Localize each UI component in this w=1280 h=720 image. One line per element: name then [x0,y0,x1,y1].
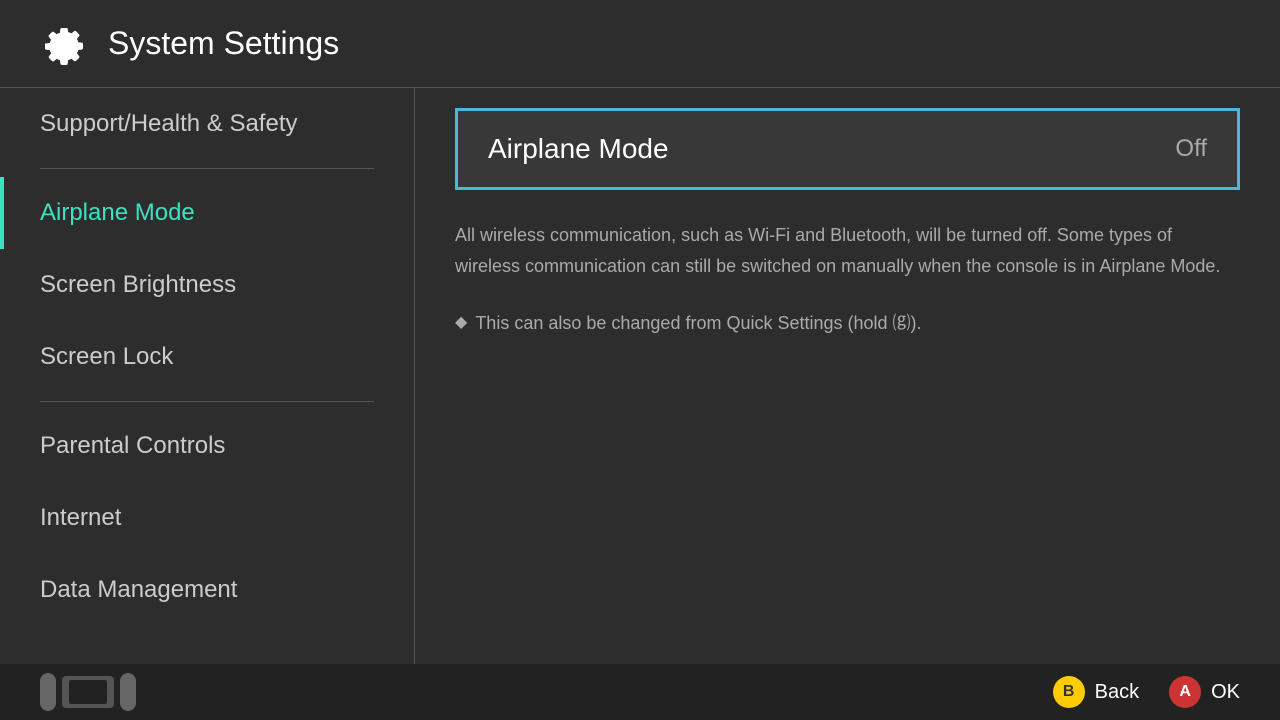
sidebar-item-screenlock[interactable]: Screen Lock [0,321,414,393]
diamond-icon: ◆ [455,312,467,332]
right-joycon [120,673,136,711]
sidebar: Support/Health & Safety Airplane Mode Sc… [0,88,415,664]
sidebar-item-support[interactable]: Support/Health & Safety [0,88,414,160]
sidebar-item-datamanagement[interactable]: Data Management [0,554,414,626]
a-button-icon: A [1169,676,1201,708]
gear-icon [40,20,88,68]
sidebar-item-brightness[interactable]: Screen Brightness [0,249,414,321]
page-title: System Settings [108,25,339,62]
sidebar-item-internet[interactable]: Internet [0,482,414,554]
sidebar-divider-2 [40,401,374,402]
switch-screen [69,680,107,704]
ok-button[interactable]: A OK [1169,676,1240,708]
header: System Settings [0,0,1280,88]
main-layout: Support/Health & Safety Airplane Mode Sc… [0,88,1280,664]
b-button-icon: B [1053,676,1085,708]
content-description: All wireless communication, such as Wi-F… [455,210,1240,291]
selected-item-title: Airplane Mode [488,133,669,165]
footer: B Back A OK [0,664,1280,720]
content-panel: Airplane Mode Off All wireless communica… [415,88,1280,664]
content-tip: ◆ This can also be changed from Quick Se… [455,309,1240,335]
back-button[interactable]: B Back [1053,676,1139,708]
selected-item-card[interactable]: Airplane Mode Off [455,108,1240,190]
sidebar-divider-1 [40,168,374,169]
sidebar-item-parental[interactable]: Parental Controls [0,410,414,482]
sidebar-item-airplane[interactable]: Airplane Mode [0,177,414,249]
selected-item-value: Off [1175,135,1207,163]
left-joycon [40,673,56,711]
console-icon [40,673,136,711]
switch-body [62,676,114,708]
